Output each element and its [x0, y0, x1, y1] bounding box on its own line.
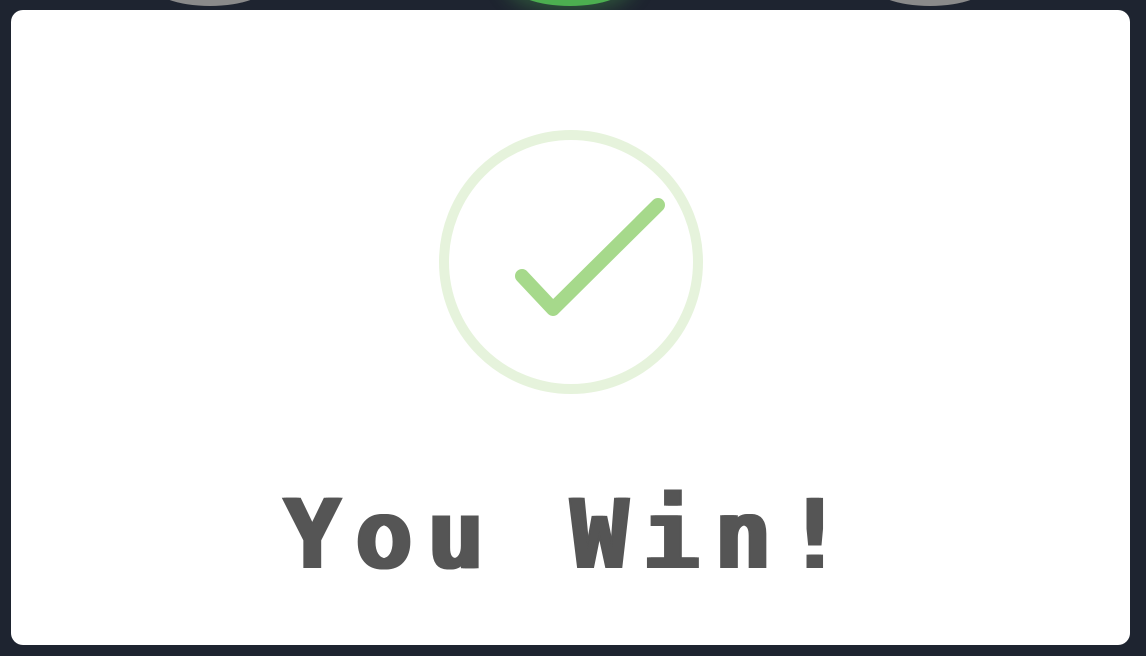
- win-title: You Win!: [283, 479, 858, 591]
- win-modal: You Win!: [11, 10, 1130, 645]
- check-ring: [439, 130, 703, 394]
- check-mark: [515, 198, 665, 316]
- background-disc-center: [510, 0, 630, 6]
- background-disc-left: [150, 0, 270, 6]
- win-title-container: You Win!: [11, 480, 1130, 590]
- background-disc-right: [870, 0, 990, 6]
- check-circle-icon: [439, 130, 703, 394]
